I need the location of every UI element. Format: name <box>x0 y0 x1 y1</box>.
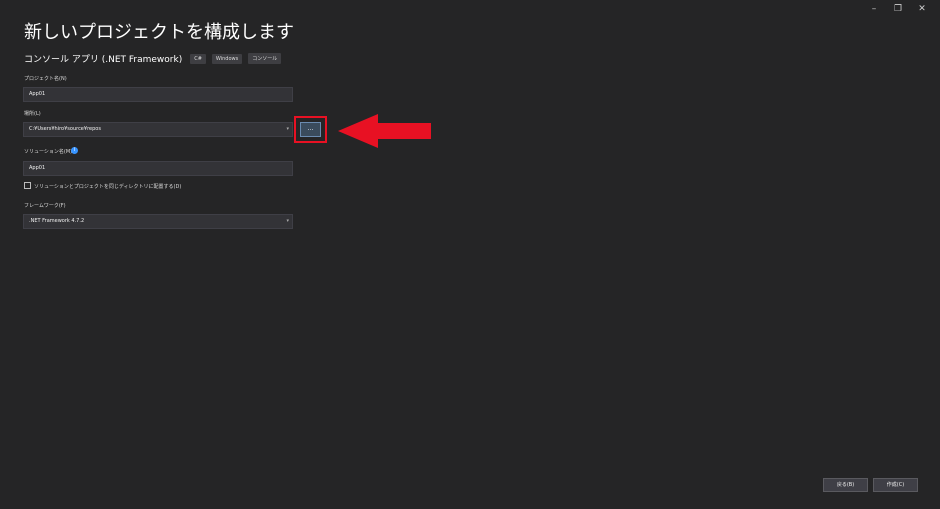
minimize-icon[interactable]: – <box>862 2 886 16</box>
project-name-label: プロジェクト名(N) <box>24 76 67 82</box>
page-title: 新しいプロジェクトを構成します <box>24 22 294 43</box>
create-button[interactable]: 作成(C) <box>873 478 918 492</box>
template-name: コンソール アプリ (.NET Framework) <box>24 55 183 65</box>
tag-language: C# <box>190 53 206 64</box>
solution-name-label: ソリューション名(M) <box>24 149 73 155</box>
window-controls: – ❐ ✕ <box>862 2 934 16</box>
annotation-arrow-icon <box>338 114 431 148</box>
browse-highlight-box: ... <box>294 116 327 143</box>
same-directory-label: ソリューションとプロジェクトを同じディレクトリに配置する(D) <box>34 184 182 190</box>
project-name-input[interactable]: App01 <box>23 87 293 102</box>
restore-icon[interactable]: ❐ <box>886 2 910 16</box>
browse-button[interactable]: ... <box>300 122 321 137</box>
template-summary: コンソール アプリ (.NET Framework) C# Windows コン… <box>24 52 282 65</box>
chevron-down-icon[interactable]: ▾ <box>286 123 289 136</box>
close-icon[interactable]: ✕ <box>910 2 934 16</box>
project-name-value: App01 <box>29 91 46 97</box>
tag-project-type: コンソール <box>248 53 282 64</box>
solution-name-input[interactable]: App01 <box>23 161 293 176</box>
same-directory-checkbox[interactable] <box>24 182 31 189</box>
framework-label: フレームワーク(F) <box>24 203 66 209</box>
framework-value: .NET Framework 4.7.2 <box>29 218 85 224</box>
back-button[interactable]: 戻る(B) <box>823 478 868 492</box>
location-combobox[interactable]: C:¥Users¥hiro¥source¥repos ▾ <box>23 122 293 137</box>
solution-name-value: App01 <box>29 165 46 171</box>
framework-select[interactable]: .NET Framework 4.7.2 ▾ <box>23 214 293 229</box>
tag-platform: Windows <box>211 53 243 64</box>
chevron-down-icon[interactable]: ▾ <box>286 215 289 228</box>
location-value: C:¥Users¥hiro¥source¥repos <box>29 126 101 132</box>
info-icon[interactable]: i <box>71 147 78 154</box>
location-label: 場所(L) <box>24 111 41 117</box>
